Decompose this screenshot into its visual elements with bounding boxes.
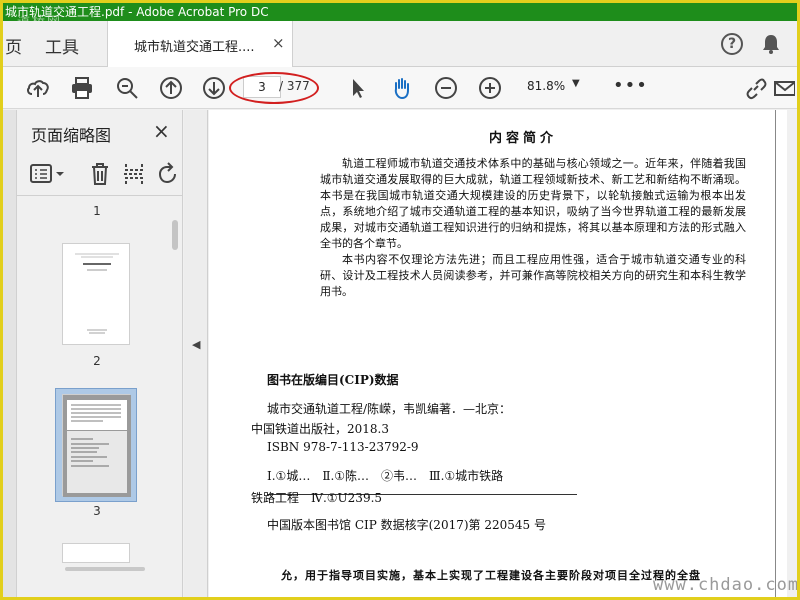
menu-tools[interactable]: 工具 <box>45 33 79 58</box>
zoom-level-select[interactable]: 81.8% <box>527 79 565 93</box>
panel-collapse-strip[interactable]: ◀ <box>184 110 208 597</box>
page-thumbnail-3-selected[interactable] <box>55 388 137 502</box>
select-cursor-icon[interactable] <box>345 75 371 101</box>
insert-page-icon[interactable] <box>123 162 145 186</box>
cip-line: ISBN 978-7-113-23792-9 <box>267 440 419 454</box>
previous-page-icon[interactable] <box>158 75 184 101</box>
sidebar-nav-strip <box>3 110 17 597</box>
thumbnail-panel: 页面缩略图 × 1 2 3 <box>3 110 183 597</box>
cip-line: 中国版本图书馆 CIP 数据核字(2017)第 220545 号 <box>267 518 546 532</box>
next-page-icon[interactable] <box>201 75 227 101</box>
intro-heading: 内容简介 <box>489 131 558 146</box>
vertical-scrollbar[interactable] <box>787 110 797 597</box>
print-icon[interactable] <box>69 75 95 101</box>
hand-tool-icon[interactable] <box>389 75 415 101</box>
horizontal-scrollbar[interactable] <box>65 567 145 571</box>
intro-paragraph: 轨道工程师城市轨道交通技术体系中的基础与核心领域之一。近年来，伴随着我国城市轨道… <box>320 157 746 250</box>
cip-heading: 图书在版编目(CIP)数据 <box>267 373 399 387</box>
toolbar: 3 / 377 81.8% ▼ ••• <box>3 67 797 109</box>
intro-paragraph: 本书内容不仅理论方法先进；而且工程应用性强，适合于城市轨道交通专业的科研、设计及… <box>320 253 746 298</box>
bell-icon[interactable] <box>760 33 782 55</box>
link-icon[interactable] <box>743 75 769 101</box>
email-icon[interactable] <box>773 75 795 101</box>
chevron-down-icon[interactable]: ▼ <box>572 78 580 89</box>
options-menu-icon[interactable] <box>29 162 67 186</box>
page-thumbnail-3 <box>62 394 131 497</box>
watermark-url: www.chdao.com <box>653 575 800 595</box>
window-frame: 城市轨道交通工程.pdf - Adobe Acrobat Pro DC 道桥网 … <box>0 0 800 600</box>
thumbnail-toolbar <box>17 154 182 196</box>
cip-line: 铁路工程 Ⅳ.①U239.5 <box>251 491 383 505</box>
intro-body: 轨道工程师城市轨道交通技术体系中的基础与核心领域之一。近年来，伴随着我国城市轨道… <box>320 156 746 300</box>
thumbnail-scrollbar[interactable] <box>172 220 178 250</box>
cip-line: Ⅰ.①城… Ⅱ.①陈… ②韦… Ⅲ.①城市铁路 <box>267 469 504 483</box>
thumbnail-label: 2 <box>93 354 101 368</box>
zoom-out-icon[interactable] <box>433 75 459 101</box>
close-icon[interactable]: × <box>272 34 285 52</box>
menu-bar: 页 工具 城市轨道交通工程.... × ? <box>3 21 797 67</box>
menu-page[interactable]: 页 <box>5 33 22 58</box>
thumbnail-label: 3 <box>93 504 101 518</box>
zoom-in-icon[interactable] <box>477 75 503 101</box>
cip-line: 中国铁道出版社，2018.3 <box>251 422 389 436</box>
rotate-icon[interactable] <box>157 162 179 186</box>
panel-title: 页面缩略图 <box>31 126 112 145</box>
close-icon[interactable]: × <box>153 119 170 143</box>
collapse-left-icon[interactable]: ◀ <box>192 338 200 351</box>
page-thumbnail-4[interactable] <box>62 543 130 563</box>
trash-icon[interactable] <box>89 162 111 186</box>
document-tab-label: 城市轨道交通工程.... <box>134 40 255 55</box>
thumbnail-label: 1 <box>93 204 101 218</box>
upload-cloud-icon[interactable] <box>25 75 51 101</box>
page-thumbnail-2[interactable] <box>62 243 130 345</box>
zoom-search-icon[interactable] <box>114 75 140 101</box>
page-edge <box>775 110 776 597</box>
title-bar: 城市轨道交通工程.pdf - Adobe Acrobat Pro DC <box>3 3 797 21</box>
help-icon[interactable]: ? <box>721 33 743 55</box>
annotation-oval <box>229 72 319 104</box>
cip-line: 城市交通轨道工程/陈嵘，韦凯编著．—北京： <box>267 402 512 416</box>
more-tools-icon[interactable]: ••• <box>613 75 648 96</box>
next-page-text: 允，用于指导项目实施，基本上实现了工程建设各主要阶段对项目全过程的全盘 <box>281 569 701 582</box>
document-tab[interactable]: 城市轨道交通工程.... × <box>107 21 293 67</box>
document-view[interactable]: 内容简介 轨道工程师城市轨道交通技术体系中的基础与核心领域之一。近年来，伴随着我… <box>209 110 797 597</box>
